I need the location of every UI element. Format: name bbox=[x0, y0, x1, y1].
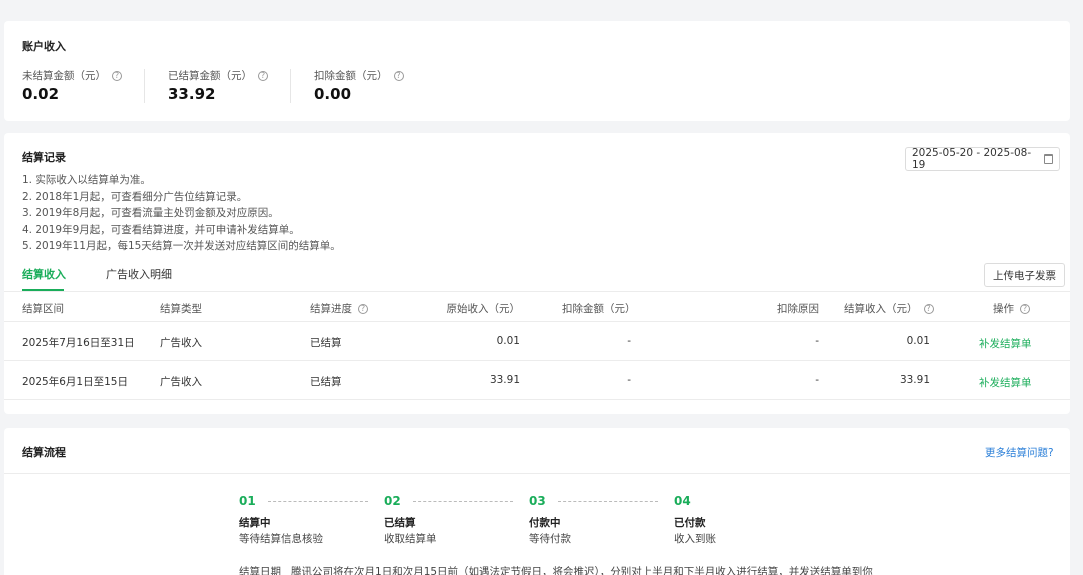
more-settlement-questions-link[interactable]: 更多结算问题? bbox=[985, 445, 1054, 460]
cell-original-income: 0.01 bbox=[496, 335, 520, 347]
account-income-card: 账户收入 未结算金额（元）? 0.02 已结算金额（元）? 33.92 扣除金额… bbox=[4, 21, 1070, 121]
reissue-statement-link[interactable]: 补发结算单 bbox=[979, 336, 1032, 351]
divider bbox=[144, 69, 145, 103]
step-number: 02 bbox=[384, 494, 401, 508]
cell-period: 2025年6月1日至15日 bbox=[22, 376, 128, 388]
step-number: 01 bbox=[239, 494, 256, 508]
settlement-notes: 1. 实际收入以结算单为准。 2. 2018年1月起，可查看细分广告位结算记录。… bbox=[22, 172, 341, 255]
cell-progress: 已结算 bbox=[310, 376, 342, 388]
upload-invoice-button[interactable]: 上传电子发票 bbox=[984, 263, 1065, 287]
column-header-deduction: 扣除金额（元） bbox=[562, 303, 636, 315]
step-connector bbox=[268, 501, 368, 502]
settled-amount-value: 33.92 bbox=[168, 85, 216, 103]
note-item: 2. 2018年1月起，可查看细分广告位结算记录。 bbox=[22, 190, 248, 203]
question-circle-icon[interactable]: ? bbox=[258, 71, 268, 81]
settlement-flow-card: 结算流程 更多结算问题? 01 结算中 等待结算信息核验 02 已结算 收取结算… bbox=[4, 428, 1070, 575]
settlement-date-text: 腾讯公司将在次月1日和次月15日前（如遇法定节假日，将会推迟），分别对上半月和下… bbox=[291, 566, 873, 575]
cell-progress: 已结算 bbox=[310, 337, 342, 349]
tab-settlement-income[interactable]: 结算收入 bbox=[22, 266, 66, 282]
step-title: 付款中 bbox=[529, 517, 561, 529]
note-item: 4. 2019年9月起，可查看结算进度，并可申请补发结算单。 bbox=[22, 223, 300, 236]
unsettled-amount-value: 0.02 bbox=[22, 85, 60, 103]
step-number: 04 bbox=[674, 494, 691, 508]
account-income-title: 账户收入 bbox=[22, 40, 66, 53]
column-header-original-income: 原始收入（元） bbox=[446, 303, 521, 315]
step-desc: 收入到账 bbox=[674, 533, 716, 545]
date-range-value: 2025-05-20 - 2025-08-19 bbox=[912, 147, 1032, 171]
cell-type: 广告收入 bbox=[160, 337, 202, 349]
step-desc: 等待结算信息核验 bbox=[239, 533, 323, 545]
settlement-date-note: 结算日期 腾讯公司将在次月1日和次月15日前（如遇法定节假日，将会推迟），分别对… bbox=[239, 564, 873, 575]
step-desc: 等待付款 bbox=[529, 533, 571, 545]
divider bbox=[4, 291, 1070, 292]
step-title: 已付款 bbox=[674, 517, 706, 529]
cell-period: 2025年7月16日至31日 bbox=[22, 337, 135, 349]
column-header-settled-income: 结算收入（元）? bbox=[844, 301, 934, 316]
settled-amount-label: 已结算金额（元）? bbox=[168, 68, 268, 83]
cell-original-income: 33.91 bbox=[489, 374, 520, 386]
deduction-amount-value: 0.00 bbox=[314, 85, 352, 103]
column-header-progress: 结算进度? bbox=[310, 301, 368, 316]
divider bbox=[4, 399, 1070, 400]
tab-ad-income-detail[interactable]: 广告收入明细 bbox=[106, 266, 172, 282]
step-title: 已结算 bbox=[384, 517, 416, 529]
column-header-action: 操作? bbox=[993, 301, 1030, 316]
cell-type: 广告收入 bbox=[160, 376, 202, 388]
divider bbox=[4, 360, 1070, 361]
step-title: 结算中 bbox=[239, 517, 271, 529]
note-item: 3. 2019年8月起，可查看流量主处罚金额及对应原因。 bbox=[22, 207, 279, 219]
cell-settled-income: 33.91 bbox=[899, 374, 930, 386]
calendar-icon bbox=[1043, 154, 1053, 164]
step-connector bbox=[558, 501, 658, 502]
question-circle-icon[interactable]: ? bbox=[1020, 304, 1030, 314]
question-circle-icon[interactable]: ? bbox=[393, 71, 404, 81]
column-header-deduction-reason: 扣除原因 bbox=[777, 303, 819, 315]
settlement-records-card: 结算记录 1. 实际收入以结算单为准。 2. 2018年1月起，可查看细分广告位… bbox=[4, 133, 1070, 414]
divider bbox=[4, 321, 1070, 322]
note-item: 1. 实际收入以结算单为准。 bbox=[22, 174, 151, 186]
cell-deduction: - bbox=[627, 335, 631, 347]
column-header-period: 结算区间 bbox=[22, 303, 64, 315]
settlement-date-label: 结算日期 bbox=[239, 566, 281, 575]
question-circle-icon[interactable]: ? bbox=[112, 71, 122, 81]
divider bbox=[4, 473, 1070, 474]
column-header-type: 结算类型 bbox=[160, 303, 202, 315]
reissue-statement-link[interactable]: 补发结算单 bbox=[979, 375, 1032, 390]
step-number: 03 bbox=[529, 494, 546, 508]
cell-settled-income: 0.01 bbox=[906, 335, 930, 347]
cell-deduction: - bbox=[627, 374, 631, 386]
question-circle-icon[interactable]: ? bbox=[358, 304, 368, 314]
unsettled-amount-label: 未结算金额（元）? bbox=[22, 68, 122, 83]
question-circle-icon[interactable]: ? bbox=[923, 304, 934, 314]
deduction-amount-label: 扣除金额（元）? bbox=[314, 68, 404, 83]
cell-deduction-reason: - bbox=[815, 335, 819, 347]
divider bbox=[290, 69, 291, 103]
settlement-records-title: 结算记录 bbox=[22, 151, 66, 164]
cell-deduction-reason: - bbox=[815, 374, 819, 386]
settlement-flow-title: 结算流程 bbox=[22, 446, 66, 459]
step-desc: 收取结算单 bbox=[384, 533, 437, 545]
date-range-picker[interactable]: 2025-05-20 - 2025-08-19 bbox=[905, 147, 1060, 171]
step-connector bbox=[413, 501, 513, 502]
note-item: 5. 2019年11月起，每15天结算一次并发送对应结算区间的结算单。 bbox=[22, 240, 341, 252]
